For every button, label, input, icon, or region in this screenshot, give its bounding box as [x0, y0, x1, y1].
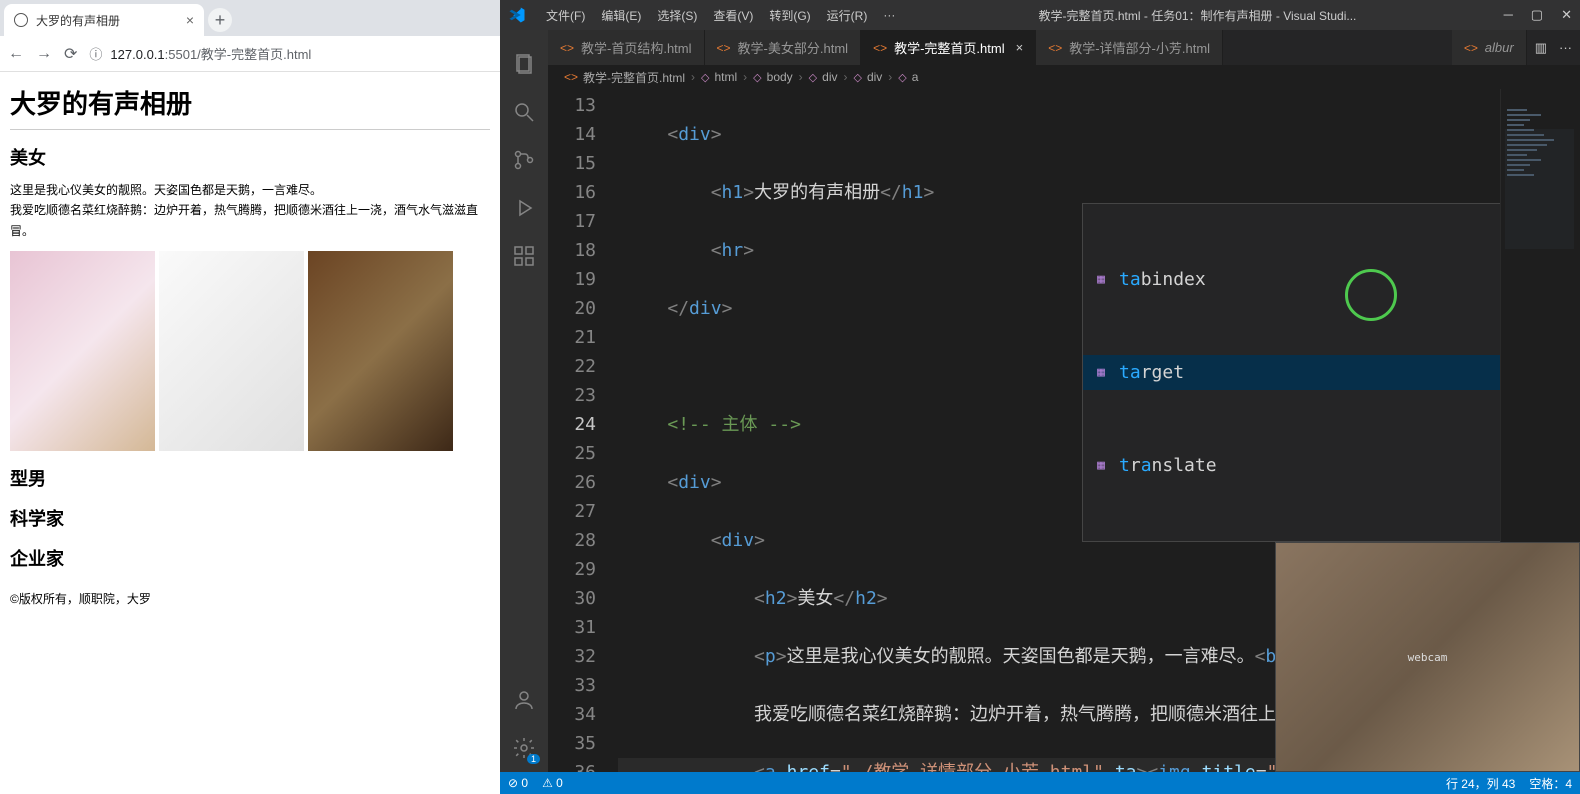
- status-indent[interactable]: 空格：4: [1529, 775, 1572, 792]
- code-editor[interactable]: 1314151617181920212223242526272829303132…: [548, 89, 1580, 772]
- tab-title: 大罗的有声相册: [36, 12, 120, 29]
- titlebar: 文件(F) 编辑(E) 选择(S) 查看(V) 转到(G) 运行(R) ··· …: [500, 0, 1580, 30]
- breadcrumb[interactable]: <>教学-完整首页.html› ◇html› ◇body› ◇div› ◇div…: [548, 65, 1580, 89]
- image-link[interactable]: [10, 251, 155, 451]
- new-tab-button[interactable]: +: [208, 8, 232, 32]
- more-icon[interactable]: ···: [1559, 40, 1572, 55]
- info-icon: ⓘ: [89, 44, 102, 63]
- status-errors[interactable]: ⊘ 0: [508, 776, 528, 790]
- menu-more[interactable]: ···: [877, 4, 901, 26]
- window-title: 教学-完整首页.html - 任务01：制作有声相册 - Visual Stud…: [905, 7, 1489, 24]
- paragraph: 这里是我心仪美女的靓照。天姿国色都是天鹅，一言难尽。: [10, 180, 490, 200]
- menu-go[interactable]: 转到(G): [763, 3, 816, 28]
- menu-run[interactable]: 运行(R): [821, 3, 874, 28]
- url-input[interactable]: ⓘ 127.0.0.1:5501/教学-完整首页.html: [89, 44, 492, 63]
- status-cursor-pos[interactable]: 行 24，列 43: [1446, 775, 1515, 792]
- extensions-icon[interactable]: [500, 232, 548, 280]
- maximize-icon[interactable]: ▢: [1531, 7, 1543, 23]
- browser-tab-strip: 大罗的有声相册 × +: [0, 0, 500, 36]
- account-icon[interactable]: [500, 676, 548, 724]
- section-heading: 企业家: [10, 545, 490, 571]
- vscode-window: 文件(F) 编辑(E) 选择(S) 查看(V) 转到(G) 运行(R) ··· …: [500, 0, 1580, 794]
- editor-tabs: <>教学-首页结构.html <>教学-美女部分.html <>教学-完整首页.…: [548, 30, 1580, 65]
- menu-edit[interactable]: 编辑(E): [595, 3, 647, 28]
- copyright: ©版权所有，顺职院，大罗: [10, 589, 490, 609]
- reload-icon[interactable]: ⟳: [64, 44, 77, 64]
- address-bar: ← → ⟳ ⓘ 127.0.0.1:5501/教学-完整首页.html: [0, 36, 500, 72]
- source-control-icon[interactable]: [500, 136, 548, 184]
- divider: [10, 129, 490, 130]
- back-icon[interactable]: ←: [8, 45, 24, 63]
- image-link[interactable]: [308, 251, 453, 451]
- menu-selection[interactable]: 选择(S): [651, 3, 703, 28]
- explorer-icon[interactable]: [500, 40, 548, 88]
- editor-tab[interactable]: <>教学-完整首页.html×: [861, 30, 1036, 65]
- browser-tab[interactable]: 大罗的有声相册 ×: [4, 4, 204, 36]
- editor-tab[interactable]: <>教学-首页结构.html: [548, 30, 705, 65]
- menu-file[interactable]: 文件(F): [540, 3, 591, 28]
- paragraph: 我爱吃顺德名菜红烧醉鹅：边炉开着，热气腾腾，把顺德米酒往上一浇，酒气水气滋滋直冒…: [10, 200, 490, 241]
- close-icon[interactable]: ✕: [1561, 7, 1572, 23]
- activity-bar: 1: [500, 30, 548, 772]
- line-gutter: 1314151617181920212223242526272829303132…: [548, 89, 618, 772]
- page-title: 大罗的有声相册: [10, 84, 490, 121]
- split-editor-icon[interactable]: ▥: [1535, 40, 1547, 56]
- search-icon[interactable]: [500, 88, 548, 136]
- close-icon[interactable]: ×: [1016, 40, 1024, 55]
- forward-icon[interactable]: →: [36, 45, 52, 63]
- browser-window: 大罗的有声相册 × + ← → ⟳ ⓘ 127.0.0.1:5501/教学-完整…: [0, 0, 500, 794]
- section-heading: 美女: [10, 144, 490, 170]
- menu-view[interactable]: 查看(V): [707, 3, 759, 28]
- image-row: [10, 251, 490, 451]
- editor-tab[interactable]: <>albur: [1452, 30, 1527, 65]
- status-bar: ⊘ 0 ⚠ 0 行 24，列 43 空格：4: [500, 772, 1580, 794]
- section-heading: 科学家: [10, 505, 490, 531]
- editor-tab[interactable]: <>教学-详情部分-小芳.html: [1036, 30, 1223, 65]
- settings-icon[interactable]: 1: [500, 724, 548, 772]
- vscode-logo-icon: [508, 6, 526, 24]
- debug-icon[interactable]: [500, 184, 548, 232]
- intellisense-item[interactable]: ▦target: [1083, 355, 1500, 390]
- intellisense-item[interactable]: ▦tabindex: [1083, 262, 1500, 297]
- globe-icon: [14, 13, 28, 27]
- editor-area: <>教学-首页结构.html <>教学-美女部分.html <>教学-完整首页.…: [548, 30, 1580, 772]
- status-warnings[interactable]: ⚠ 0: [542, 776, 563, 790]
- webcam-overlay: webcam: [1275, 542, 1580, 772]
- intellisense-item[interactable]: ▦translate: [1083, 448, 1500, 483]
- image-link[interactable]: [159, 251, 304, 451]
- minimize-icon[interactable]: ─: [1504, 7, 1513, 23]
- section-heading: 型男: [10, 465, 490, 491]
- editor-tab[interactable]: <>教学-美女部分.html: [705, 30, 862, 65]
- intellisense-popup[interactable]: ▦tabindex ▦target ▦translate: [1082, 203, 1500, 542]
- close-icon[interactable]: ×: [186, 12, 194, 28]
- page-viewport: 大罗的有声相册 美女 这里是我心仪美女的靓照。天姿国色都是天鹅，一言难尽。 我爱…: [0, 72, 500, 794]
